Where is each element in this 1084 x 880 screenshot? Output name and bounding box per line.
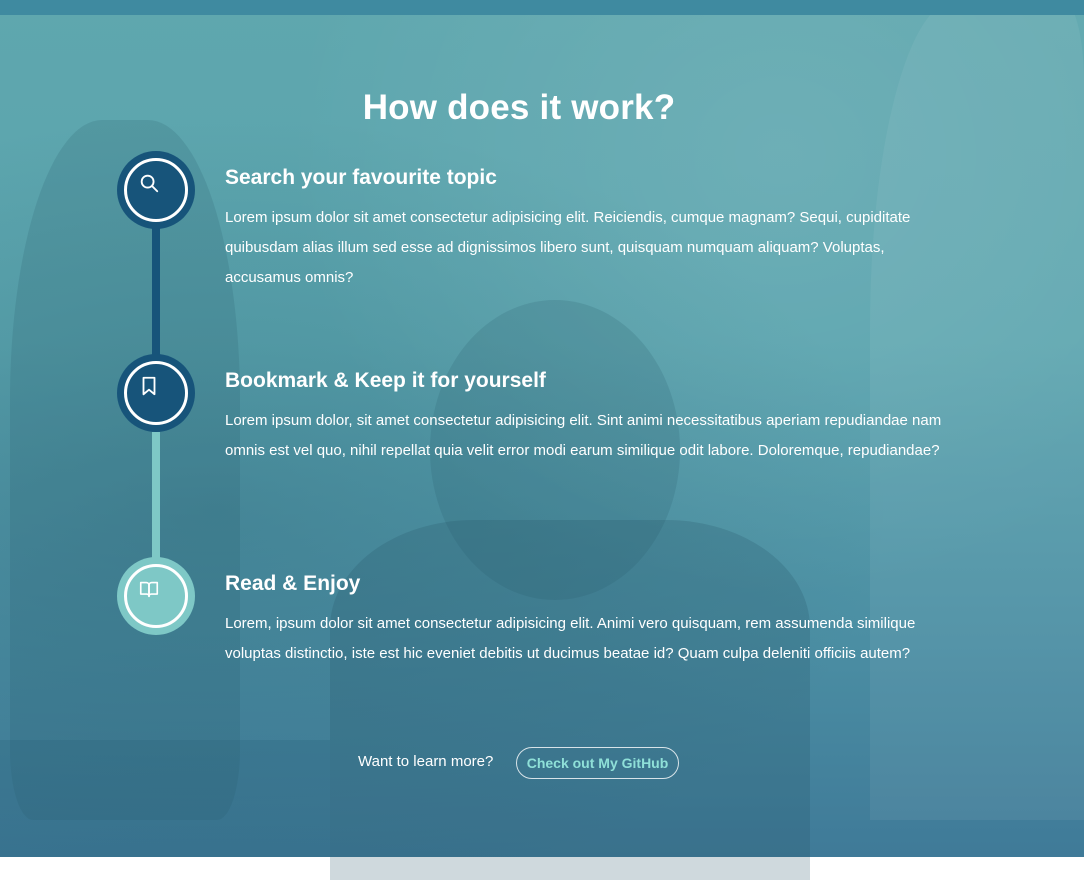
photo-person-center-body (330, 520, 810, 880)
github-button[interactable]: Check out My GitHub (516, 747, 679, 779)
photo-laptop (0, 740, 330, 857)
step-marker (117, 354, 195, 432)
step-title: Search your favourite topic (225, 166, 497, 189)
book-open-icon (139, 581, 159, 598)
top-bar (0, 0, 1084, 15)
step-title: Read & Enjoy (225, 572, 361, 595)
search-icon (140, 174, 159, 193)
step-description: Lorem, ipsum dolor sit amet consectetur … (225, 615, 916, 662)
cta-prompt: Want to learn more? (358, 753, 494, 770)
step-title: Bookmark & Keep it for yourself (225, 369, 546, 392)
step-description: Lorem ipsum dolor sit amet consectetur a… (225, 209, 911, 286)
timeline-connector (152, 432, 160, 559)
bookmark-icon (142, 376, 156, 396)
photo-person-left (10, 120, 240, 820)
step-marker (117, 557, 195, 635)
section-title: How does it work? (362, 88, 676, 127)
timeline-connector (152, 228, 160, 356)
step-description: Lorem ipsum dolor, sit amet consectetur … (225, 412, 942, 459)
step-marker (117, 151, 195, 229)
